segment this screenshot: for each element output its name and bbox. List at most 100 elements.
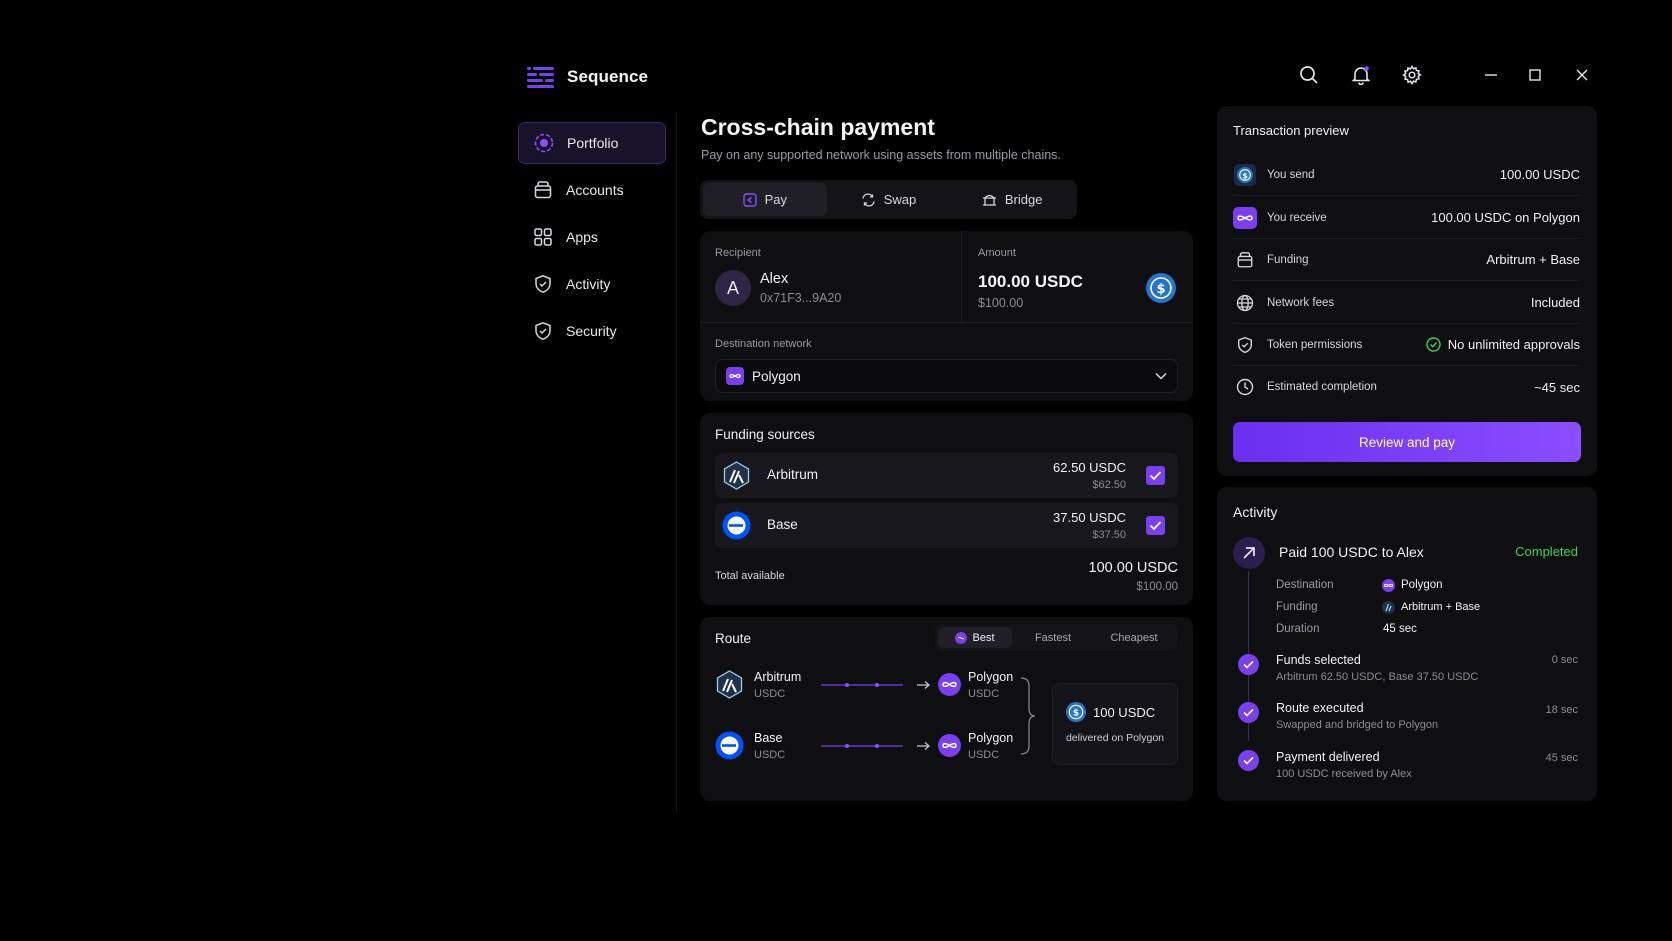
svg-text:$: $ xyxy=(1242,171,1248,180)
preview-row-value: Arbitrum + Base xyxy=(1486,252,1580,267)
checkbox-checked-icon[interactable] xyxy=(1146,466,1165,485)
step-complete-icon xyxy=(1238,702,1259,723)
amount-value[interactable]: 100.00 USDC xyxy=(978,272,1083,292)
portfolio-icon xyxy=(534,133,554,153)
route-merge-brace xyxy=(1020,677,1036,755)
step-subtitle: 100 USDC received by Alex xyxy=(1276,768,1412,780)
route-options: Best Fastest Cheapest xyxy=(935,624,1178,651)
checkbox-checked-icon[interactable] xyxy=(1146,516,1165,535)
route-option-label: Best xyxy=(972,631,995,644)
preview-row-key: You send xyxy=(1267,168,1315,181)
settings-gear-icon[interactable] xyxy=(1400,63,1424,87)
amount-label: Amount xyxy=(978,247,1016,259)
activity-detail-value: Polygon xyxy=(1401,579,1443,591)
preview-row-you-send: $ You send 100.00 USDC xyxy=(1233,154,1580,196)
polygon-icon xyxy=(1233,206,1257,229)
sidebar-item-accounts[interactable]: Accounts xyxy=(518,169,666,211)
tab-pay[interactable]: Pay xyxy=(703,183,827,216)
step-complete-icon xyxy=(1238,654,1259,675)
base-icon xyxy=(715,731,744,760)
shield-check-icon xyxy=(1233,336,1257,354)
sidebar-item-activity[interactable]: Activity xyxy=(518,263,666,305)
sidebar-item-portfolio[interactable]: Portfolio xyxy=(518,122,666,164)
preview-row-value: No unlimited approvals xyxy=(1447,337,1580,352)
tab-label: Bridge xyxy=(1004,192,1043,207)
sidebar-divider xyxy=(676,112,677,812)
tab-label: Pay xyxy=(764,192,788,207)
route-from-token: USDC xyxy=(754,749,786,761)
card-divider xyxy=(700,322,1193,323)
preview-row-key: Funding xyxy=(1267,253,1309,266)
step-title: Funds selected xyxy=(1276,653,1361,667)
total-available-value: 100.00 USDC xyxy=(1088,560,1178,576)
shield-check-icon xyxy=(533,321,553,341)
funding-sources-title: Funding sources xyxy=(715,427,815,442)
activity-status: Completed xyxy=(1515,544,1578,559)
preview-row-key: Estimated completion xyxy=(1267,381,1377,393)
step-complete-icon xyxy=(1238,750,1259,771)
activity-card: Activity Paid 100 USDC to Alex Completed… xyxy=(1217,487,1597,801)
app-name: Sequence xyxy=(567,67,649,86)
sidebar-nav: Portfolio Accounts Apps Activity Securit… xyxy=(518,122,666,357)
total-available-fiat: $100.00 xyxy=(1136,581,1178,593)
route-to-chain: Polygon xyxy=(968,731,1014,745)
svg-text:$: $ xyxy=(1156,282,1165,297)
sidebar-item-label: Activity xyxy=(566,276,611,292)
preview-row-you-receive: You receive 100.00 USDC on Polygon xyxy=(1233,197,1580,239)
activity-title: Activity xyxy=(1233,504,1278,520)
success-check-icon xyxy=(1426,337,1441,352)
route-title: Route xyxy=(715,631,752,646)
polygon-icon xyxy=(938,734,961,757)
step-title: Payment delivered xyxy=(1276,750,1380,764)
sidebar-item-label: Security xyxy=(566,323,617,339)
arbitrum-icon xyxy=(715,670,744,699)
destination-network-select[interactable]: Polygon xyxy=(715,359,1178,393)
page-subtitle: Pay on any supported network using asset… xyxy=(701,148,1061,162)
activity-detail-key: Destination xyxy=(1276,579,1334,591)
destination-network-value: Polygon xyxy=(752,368,801,384)
route-option-cheapest[interactable]: Cheapest xyxy=(1094,627,1174,648)
minimize-window-icon[interactable] xyxy=(1479,63,1503,87)
notification-bell-icon[interactable] xyxy=(1349,63,1373,87)
tab-bridge[interactable]: Bridge xyxy=(950,183,1074,216)
funding-source-amount: 37.50 USDC xyxy=(1053,510,1126,525)
funding-source-fiat: $62.50 xyxy=(1092,479,1126,491)
step-subtitle: Swapped and bridged to Polygon xyxy=(1276,719,1439,731)
sidebar-item-security[interactable]: Security xyxy=(518,310,666,352)
preview-row-key: Network fees xyxy=(1267,296,1335,309)
funding-source-row[interactable]: Arbitrum 62.50 USDC $62.50 xyxy=(715,453,1178,498)
preview-row-value: Included xyxy=(1530,295,1580,310)
tab-swap[interactable]: Swap xyxy=(827,183,951,216)
route-option-fastest[interactable]: Fastest xyxy=(1015,627,1091,648)
preview-row-key: You receive xyxy=(1267,211,1327,224)
base-icon xyxy=(722,511,751,540)
search-icon[interactable] xyxy=(1297,63,1321,87)
wallet-icon xyxy=(1233,251,1257,269)
card-divider xyxy=(961,231,962,322)
sidebar-item-label: Accounts xyxy=(566,182,624,198)
route-option-best[interactable]: Best xyxy=(938,627,1012,648)
route-line xyxy=(821,740,937,752)
close-window-icon[interactable] xyxy=(1570,63,1594,87)
arbitrum-icon xyxy=(1382,601,1395,614)
clock-icon xyxy=(1233,378,1257,396)
step-title: Route executed xyxy=(1276,701,1364,715)
usdc-token-icon[interactable]: $ xyxy=(1146,273,1176,303)
sidebar-item-apps[interactable]: Apps xyxy=(518,216,666,258)
route-result-box: $ 100 USDC delivered on Polygon xyxy=(1052,683,1178,765)
recipient-avatar: A xyxy=(715,270,751,306)
recipient-name: Alex xyxy=(760,271,789,287)
funding-source-row[interactable]: Base 37.50 USDC $37.50 xyxy=(715,503,1178,548)
page-title: Cross-chain payment xyxy=(701,114,935,140)
preview-row-estimated-completion: Estimated completion ~45 sec xyxy=(1233,366,1580,408)
route-card: Route Best Fastest Cheapest Arbitrum USD… xyxy=(700,617,1193,801)
maximize-window-icon[interactable] xyxy=(1523,63,1547,87)
preview-row-value: ~45 sec xyxy=(1534,379,1580,395)
review-and-pay-button[interactable]: Review and pay xyxy=(1233,422,1581,462)
step-subtitle: Arbitrum 62.50 USDC, Base 37.50 USDC xyxy=(1276,671,1479,683)
preview-row-value: 100.00 USDC on Polygon xyxy=(1431,210,1580,225)
route-to-token: USDC xyxy=(968,749,1000,761)
outgoing-arrow-icon xyxy=(1233,537,1265,569)
polygon-icon xyxy=(726,367,744,385)
route-from-chain: Arbitrum xyxy=(754,670,802,684)
